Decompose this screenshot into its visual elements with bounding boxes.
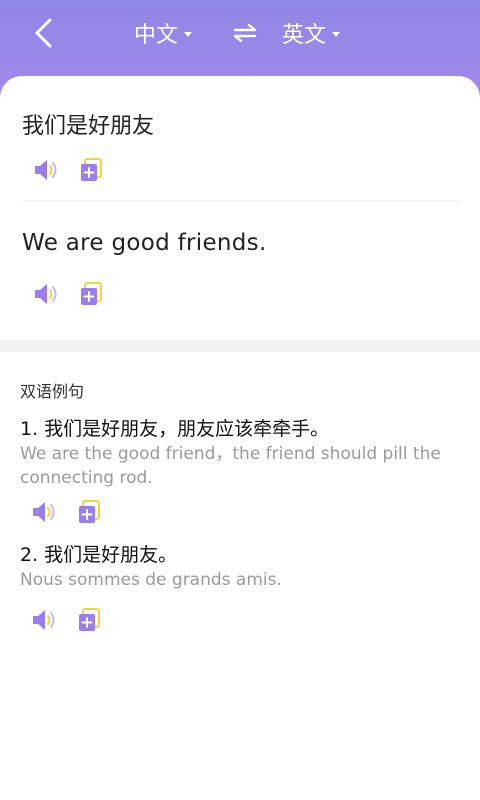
target-language-label: 英文	[282, 23, 327, 48]
chevron-down-icon	[332, 31, 341, 37]
copy-example-button[interactable]	[74, 606, 104, 634]
example-actions	[30, 498, 104, 526]
speaker-icon	[33, 502, 55, 522]
copy-icon	[79, 500, 100, 523]
source-language-label: 中文	[134, 23, 179, 48]
speak-result-button[interactable]	[32, 280, 62, 308]
examples-title: 双语例句	[20, 382, 85, 401]
back-button[interactable]	[26, 14, 60, 52]
example-chinese: 1. 我们是好朋友，朋友应该牵牵手。	[20, 418, 330, 440]
speaker-icon	[35, 160, 57, 180]
translation-card: 我们是好朋友 We are good friends.	[0, 76, 480, 340]
copy-icon	[81, 158, 102, 181]
example-chinese: 2. 我们是好朋友。	[20, 544, 178, 566]
source-actions	[32, 156, 106, 184]
swap-languages-button[interactable]	[230, 18, 260, 48]
copy-example-button[interactable]	[74, 498, 104, 526]
copy-source-button[interactable]	[76, 156, 106, 184]
source-language-select[interactable]: 中文	[134, 14, 193, 52]
section-separator	[0, 340, 480, 352]
speak-example-button[interactable]	[30, 498, 60, 526]
result-actions	[32, 280, 106, 308]
copy-icon	[79, 608, 100, 631]
speaker-icon	[33, 610, 55, 630]
translation-result: We are good friends.	[22, 230, 267, 256]
example-english: Nous sommes de grands amis.	[20, 570, 282, 590]
example-english: We are the good friend，the friend should…	[20, 444, 441, 488]
chevron-down-icon	[184, 31, 193, 37]
target-language-select[interactable]: 英文	[282, 14, 341, 52]
copy-result-button[interactable]	[76, 280, 106, 308]
back-icon	[35, 18, 52, 48]
copy-icon	[81, 282, 102, 305]
divider	[20, 200, 460, 201]
speak-example-button[interactable]	[30, 606, 60, 634]
speak-source-button[interactable]	[32, 156, 62, 184]
source-text: 我们是好朋友	[22, 114, 155, 139]
speaker-icon	[35, 284, 57, 304]
example-actions	[30, 606, 104, 634]
swap-icon	[233, 23, 257, 43]
